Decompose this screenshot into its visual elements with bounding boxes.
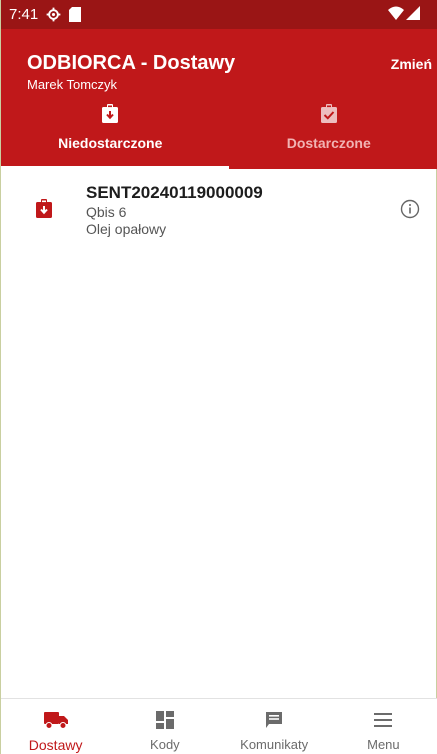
nav-kody-label: Kody (150, 737, 180, 752)
hamburger-menu-icon (373, 709, 393, 731)
nav-dostawy[interactable]: Dostawy (1, 699, 110, 754)
settings-gear-icon (46, 7, 61, 22)
status-right-icons (388, 5, 420, 24)
delivery-list: SENT20240119000009 Qbis 6 Olej opałowy (1, 169, 437, 241)
delivery-product-name: Olej opałowy (86, 221, 167, 237)
wifi-icon (388, 6, 404, 24)
sd-card-icon (69, 7, 82, 22)
nav-menu[interactable]: Menu (329, 699, 437, 754)
truck-icon (43, 709, 68, 731)
tab-delivered[interactable]: Dostarczone (220, 97, 437, 169)
message-icon (265, 709, 283, 731)
app-bar: ODBIORCA - Dostawy Marek Tomczyk Zmień N… (1, 29, 437, 169)
bottom-navigation: Dostawy Kody Komunikaty Menu (1, 698, 437, 754)
tab-bar: Niedostarczone Dostarczone (1, 97, 437, 169)
clipboard-arrow-down-icon (102, 103, 119, 123)
nav-dostawy-label: Dostawy (28, 737, 83, 753)
status-bar: 7:41 (1, 0, 437, 29)
page-title: ODBIORCA - Dostawy (27, 52, 236, 74)
dashboard-grid-icon (155, 709, 174, 731)
tab-undelivered[interactable]: Niedostarczone (1, 97, 229, 169)
user-name: Marek Tomczyk (27, 77, 118, 92)
delivery-id: SENT20240119000009 (86, 183, 263, 202)
nav-menu-label: Menu (367, 737, 400, 752)
signal-icon (406, 5, 420, 24)
clipboard-arrow-down-icon (36, 199, 52, 223)
status-time: 7:41 (9, 6, 39, 23)
nav-kody[interactable]: Kody (110, 699, 219, 754)
info-icon[interactable] (400, 199, 420, 224)
tab-undelivered-label: Niedostarczone (58, 135, 163, 151)
change-button[interactable]: Zmień (391, 56, 432, 72)
nav-komunikaty[interactable]: Komunikaty (220, 699, 329, 754)
delivery-product-code: Qbis 6 (86, 204, 127, 220)
nav-komunikaty-label: Komunikaty (240, 737, 309, 752)
app-screen: 7:41 ODBIORCA - Dostawy Marek Tomczyk Zm… (0, 0, 437, 754)
clipboard-check-icon (320, 103, 337, 123)
tab-delivered-label: Dostarczone (286, 135, 371, 151)
list-item[interactable]: SENT20240119000009 Qbis 6 Olej opałowy (1, 169, 437, 241)
